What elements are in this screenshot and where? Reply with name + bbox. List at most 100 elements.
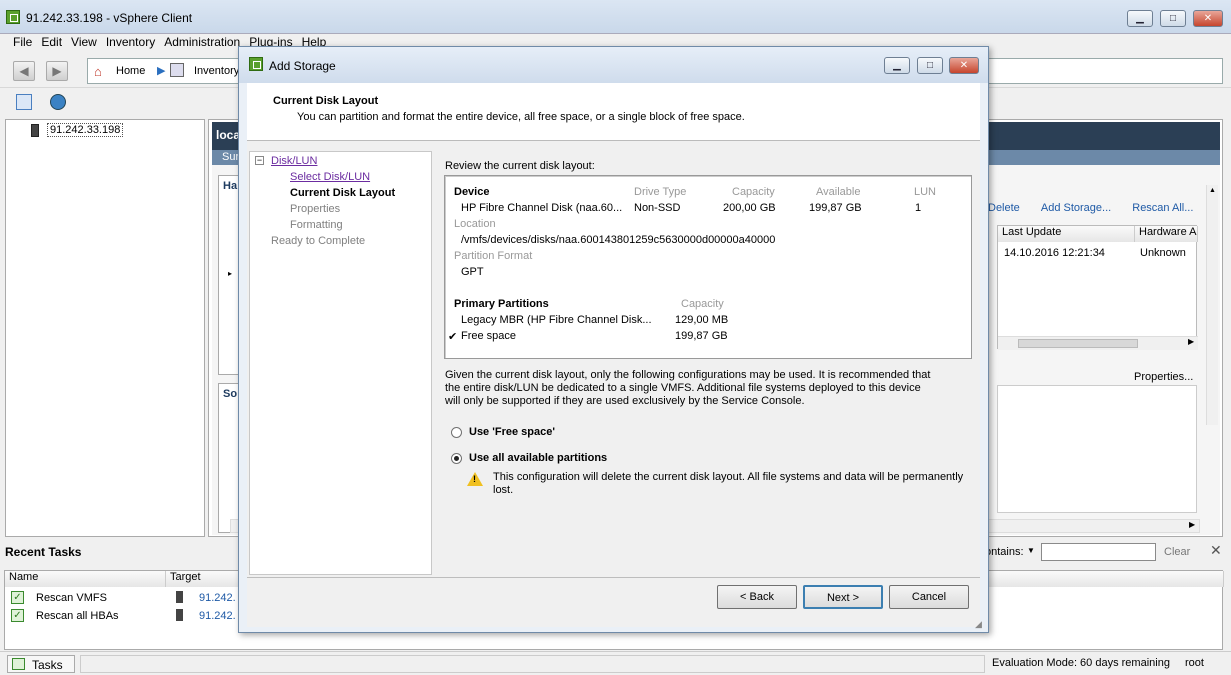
- storage-actions: Delete Add Storage... Rescan All...: [988, 202, 1193, 214]
- radio-use-all-partitions[interactable]: [451, 453, 462, 464]
- properties-link[interactable]: Properties...: [1134, 371, 1193, 383]
- step-current-layout: Current Disk Layout: [290, 187, 396, 199]
- close-panel-icon[interactable]: ✕: [1210, 542, 1222, 559]
- breadcrumb-arrow-icon: ▶: [157, 65, 166, 77]
- scroll-right-icon[interactable]: ▶: [1188, 337, 1194, 346]
- radio-use-free-space[interactable]: [451, 427, 462, 438]
- column-header-name[interactable]: Name: [5, 571, 166, 587]
- option-free-space-label[interactable]: Use 'Free space': [469, 426, 555, 438]
- horizontal-scrollbar[interactable]: ▶: [998, 336, 1198, 350]
- menu-item-administration[interactable]: Administration: [164, 35, 240, 49]
- footer-divider: [247, 577, 980, 578]
- hardware-panel-title: Ha: [223, 180, 238, 192]
- dialog-minimize-button[interactable]: ▁: [884, 57, 910, 74]
- capacity-header: Capacity: [732, 186, 775, 198]
- dialog-maximize-button[interactable]: □: [917, 57, 943, 74]
- expand-arrow-icon[interactable]: ▸: [228, 269, 232, 278]
- details-pane: [997, 385, 1197, 513]
- tab-summary[interactable]: Sur: [222, 151, 239, 163]
- tree-host-item[interactable]: 91.242.33.198: [47, 123, 124, 137]
- partitions-capacity-header: Capacity: [681, 298, 724, 310]
- filter-label: ontains:: [985, 546, 1024, 558]
- datastore-table: Last Update Hardware A 14.10.2016 12:21:…: [997, 225, 1198, 350]
- task-target-link[interactable]: 91.242.: [199, 592, 236, 604]
- vsphere-app-icon: [6, 10, 20, 24]
- dialog-title: Add Storage: [269, 59, 336, 73]
- review-label: Review the current disk layout:: [445, 160, 595, 172]
- wizard-steps: − Disk/LUN Select Disk/LUN Current Disk …: [249, 151, 432, 575]
- device-capacity: 200,00 GB: [723, 202, 776, 214]
- column-header-last-update[interactable]: Last Update: [998, 226, 1135, 242]
- menu-item-view[interactable]: View: [71, 35, 97, 49]
- scrollbar-thumb[interactable]: [1018, 339, 1138, 348]
- device-drive-type: Non-SSD: [634, 202, 681, 214]
- column-header-hardware[interactable]: Hardware A: [1135, 226, 1198, 242]
- home-icon: ⌂: [94, 64, 102, 79]
- new-vm-icon[interactable]: [16, 94, 32, 110]
- forward-nav-button[interactable]: ▶: [46, 61, 68, 81]
- inventory-icon: [170, 63, 184, 77]
- recent-tasks-title: Recent Tasks: [5, 545, 82, 559]
- minimize-button[interactable]: ▁: [1127, 10, 1153, 27]
- task-name: Rescan VMFS: [36, 592, 107, 604]
- row-hardware: Unknown: [1140, 247, 1186, 259]
- partition-format-label: Partition Format: [454, 250, 533, 262]
- dialog-header: Current Disk Layout You can partition an…: [247, 83, 980, 141]
- step-disk-lun[interactable]: Disk/LUN: [271, 155, 317, 167]
- menu-item-file[interactable]: File: [13, 35, 32, 49]
- add-storage-link[interactable]: Add Storage...: [1041, 202, 1111, 214]
- back-nav-button[interactable]: ◀: [13, 61, 35, 81]
- device-name: HP Fibre Channel Disk (naa.60...: [461, 202, 623, 214]
- tasks-label: Tasks: [32, 658, 63, 672]
- step-ready: Ready to Complete: [271, 235, 366, 247]
- filter-input[interactable]: [1041, 543, 1156, 561]
- collapse-icon[interactable]: −: [255, 156, 264, 165]
- host-header-title: loca: [216, 128, 241, 142]
- status-bar: Tasks Evaluation Mode: 60 days remaining…: [0, 651, 1231, 675]
- resize-grip-icon[interactable]: ◢: [975, 619, 982, 630]
- nav-home-link[interactable]: Home: [116, 65, 145, 77]
- location-label: Location: [454, 218, 496, 230]
- dialog-close-button[interactable]: ✕: [949, 57, 979, 74]
- vsphere-app-icon: [249, 57, 263, 71]
- task-name: Rescan all HBAs: [36, 610, 119, 622]
- menu-item-edit[interactable]: Edit: [41, 35, 62, 49]
- back-button[interactable]: < Back: [717, 585, 797, 609]
- dialog-header-title: Current Disk Layout: [273, 95, 379, 107]
- tasks-icon: [12, 658, 25, 670]
- warning-exclamation-icon: !: [473, 474, 476, 484]
- filter-dropdown-icon[interactable]: ▼: [1027, 546, 1035, 555]
- cancel-button[interactable]: Cancel: [889, 585, 969, 609]
- device-header: Device: [454, 186, 490, 198]
- scroll-up-icon[interactable]: ▲: [1209, 187, 1216, 194]
- host-server-icon: [31, 124, 39, 137]
- title-bar: 91.242.33.198 - vSphere Client ▁ □ ✕: [0, 0, 1231, 34]
- option-all-partitions-label[interactable]: Use all available partitions: [469, 452, 607, 464]
- close-window-button[interactable]: ✕: [1193, 10, 1223, 27]
- status-message: [80, 655, 985, 673]
- drive-type-header: Drive Type: [634, 186, 687, 198]
- maximize-button[interactable]: □: [1160, 10, 1186, 27]
- vertical-scrollbar[interactable]: ▲: [1206, 185, 1218, 425]
- task-complete-icon: ✓: [11, 609, 24, 622]
- partition-format: GPT: [461, 266, 484, 278]
- host-server-icon: [176, 609, 183, 621]
- new-resource-icon[interactable]: [50, 94, 66, 110]
- nav-inventory-link[interactable]: Inventory: [194, 65, 239, 77]
- step-select-disk[interactable]: Select Disk/LUN: [290, 171, 370, 183]
- tasks-button[interactable]: Tasks: [7, 655, 75, 673]
- rescan-all-link[interactable]: Rescan All...: [1132, 202, 1193, 214]
- scroll-right-icon-2[interactable]: ▶: [1189, 520, 1195, 529]
- delete-link[interactable]: Delete: [988, 202, 1020, 214]
- host-server-icon: [176, 591, 183, 603]
- partition-capacity: 129,00 MB: [675, 314, 729, 326]
- task-target-link[interactable]: 91.242.: [199, 610, 236, 622]
- clear-button[interactable]: Clear: [1164, 546, 1190, 558]
- device-location: /vmfs/devices/disks/naa.600143801259c563…: [461, 234, 776, 246]
- row-last-update: 14.10.2016 12:21:34: [1004, 247, 1105, 259]
- add-storage-dialog: Add Storage ▁ □ ✕ Current Disk Layout Yo…: [238, 46, 989, 633]
- dialog-title-bar: Add Storage ▁ □ ✕: [239, 47, 988, 83]
- inventory-tree: 91.242.33.198: [5, 119, 205, 537]
- next-button[interactable]: Next >: [803, 585, 883, 609]
- menu-item-inventory[interactable]: Inventory: [106, 35, 155, 49]
